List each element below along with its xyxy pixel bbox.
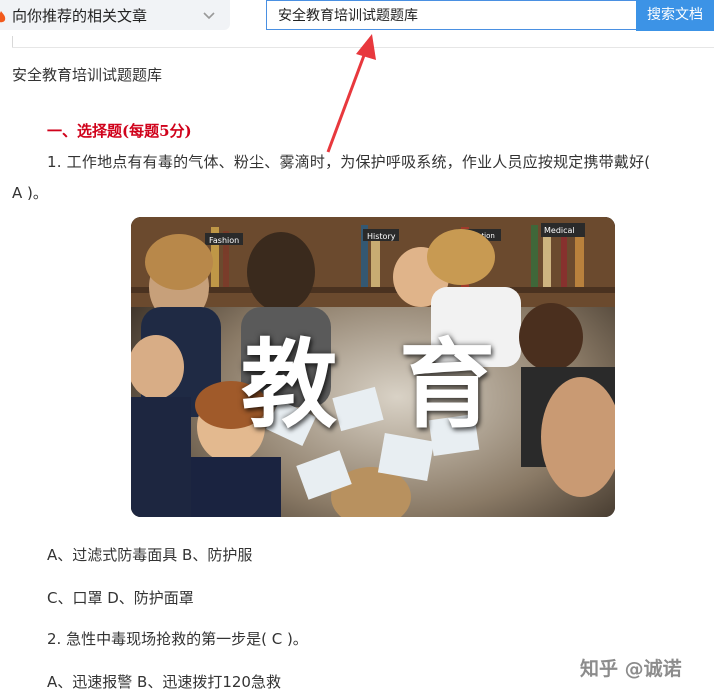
education-photo: Fashion History Education Medical 教 育 (131, 217, 615, 517)
question-1-options-ab: A、过滤式防毒面具 B、防护服 (47, 546, 253, 564)
recommend-dropdown[interactable]: 向你推荐的相关文章 (0, 0, 230, 30)
divider (12, 47, 714, 48)
photo-caption-right: 育 (399, 329, 495, 441)
question-1-options-cd: C、口罩 D、防护面罩 (47, 589, 194, 607)
shelf-label: History (367, 232, 396, 241)
document-title: 安全教育培训试题题库 (12, 66, 163, 84)
shelf-label: Medical (544, 226, 575, 235)
question-2-options-ab: A、迅速报警 B、迅速拨打120急救 (47, 673, 281, 691)
question-2-text: 2. 急性中毒现场抢救的第一步是( C )。 (47, 630, 308, 648)
photo-caption-left: 教 (241, 329, 337, 441)
search-button[interactable]: 搜索文档 (636, 0, 714, 31)
question-1-answer: A )。 (12, 184, 48, 202)
search-input[interactable]: 安全教育培训试题题库 (266, 0, 636, 30)
chevron-down-icon[interactable] (202, 8, 216, 22)
flame-icon (0, 11, 6, 23)
question-1-text: 1. 工作地点有有毒的气体、粉尘、雾滴时，为保护呼吸系统，作业人员应按规定携带戴… (47, 153, 651, 171)
section-heading: 一、选择题(每题5分) (47, 122, 192, 140)
shelf-label: Fashion (209, 236, 239, 245)
top-bar: 向你推荐的相关文章 安全教育培训试题题库 搜索文档 (0, 0, 714, 32)
recommend-label: 向你推荐的相关文章 (12, 7, 148, 25)
watermark: 知乎 @诚诺 (580, 658, 682, 680)
